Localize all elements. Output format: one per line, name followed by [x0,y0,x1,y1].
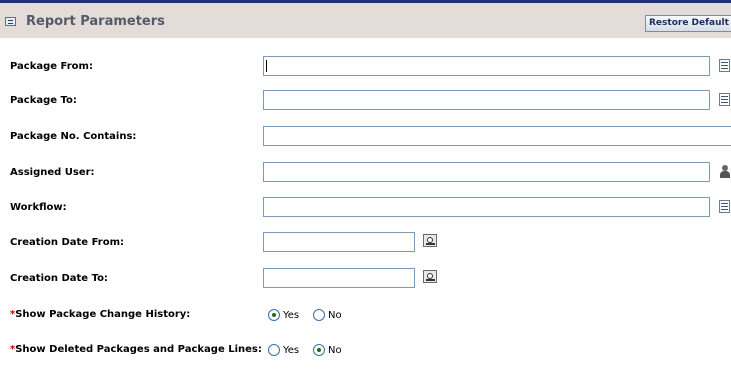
show-change-history-text: Show Package Change History: [15,309,191,320]
package-to-input[interactable] [263,90,710,110]
calendar-icon[interactable] [423,234,437,247]
package-no-contains-input[interactable] [263,126,731,146]
list-icon[interactable] [719,93,730,106]
change-history-yes-radio[interactable] [268,309,280,321]
list-icon[interactable] [719,59,730,72]
restore-default-button[interactable]: Restore Default [645,15,731,32]
collapse-icon[interactable] [5,17,16,26]
field-row-show-change-history: *Show Package Change History: Yes No [0,306,731,330]
package-from-input[interactable] [263,56,710,76]
creation-date-from-label: Creation Date From: [10,237,124,248]
field-row-package-to: Package To: [0,90,731,114]
deleted-packages-no-radio[interactable] [313,344,325,356]
calendar-icon[interactable] [423,270,437,283]
field-row-creation-date-to: Creation Date To: [0,268,731,292]
change-history-yes-label[interactable]: Yes [283,310,299,321]
user-icon[interactable] [720,165,730,178]
assigned-user-label: Assigned User: [10,167,95,178]
package-to-label: Package To: [10,95,77,106]
field-row-creation-date-from: Creation Date From: [0,232,731,256]
field-row-show-deleted-packages: *Show Deleted Packages and Package Lines… [0,341,731,365]
package-no-contains-label: Package No. Contains: [10,131,137,142]
show-deleted-packages-label: *Show Deleted Packages and Package Lines… [10,344,262,355]
assigned-user-input[interactable] [263,162,710,182]
field-row-package-no-contains: Package No. Contains: [0,126,731,150]
workflow-label: Workflow: [10,202,67,213]
section-title: Report Parameters [26,14,165,29]
deleted-packages-yes-label[interactable]: Yes [283,345,299,356]
text-caret [266,60,267,72]
deleted-packages-yes-radio[interactable] [268,344,280,356]
creation-date-to-label: Creation Date To: [10,273,108,284]
show-change-history-label: *Show Package Change History: [10,309,190,320]
field-row-assigned-user: Assigned User: [0,162,731,186]
change-history-no-label[interactable]: No [328,310,342,321]
creation-date-from-input[interactable] [263,232,415,252]
field-row-workflow: Workflow: [0,197,731,221]
section-header: Report Parameters Restore Default [0,3,731,38]
deleted-packages-no-label[interactable]: No [328,345,342,356]
list-icon[interactable] [719,200,730,213]
change-history-no-radio[interactable] [313,309,325,321]
creation-date-to-input[interactable] [263,268,415,288]
workflow-input[interactable] [263,197,710,217]
package-from-label: Package From: [10,61,93,72]
field-row-package-from: Package From: [0,56,731,80]
show-deleted-packages-text: Show Deleted Packages and Package Lines: [15,344,262,355]
